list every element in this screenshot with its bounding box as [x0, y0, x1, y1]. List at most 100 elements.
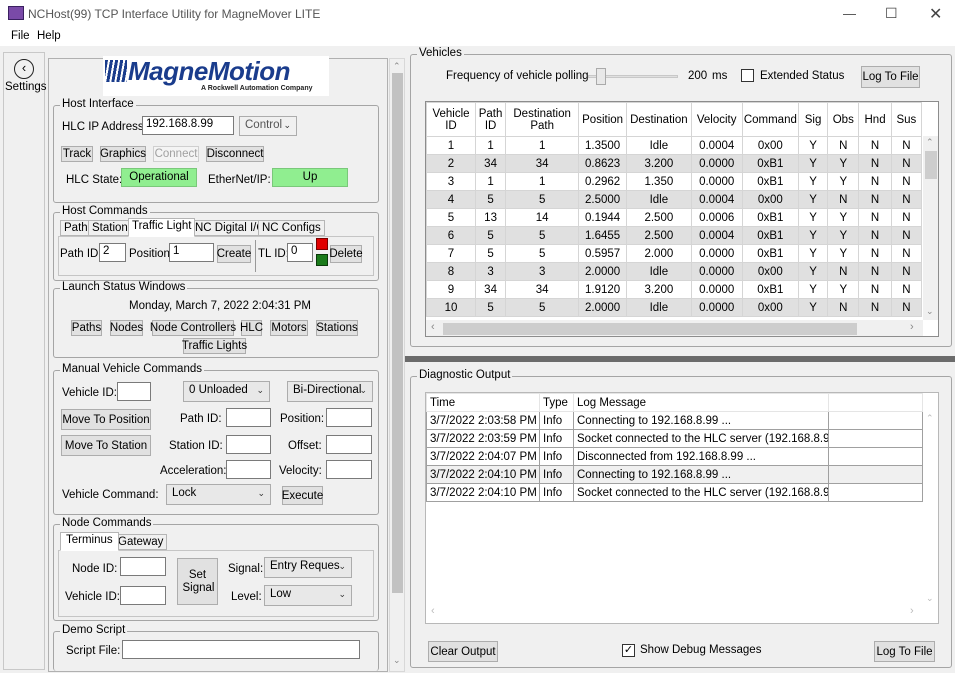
- table-row[interactable]: 1 1 1 1.3500 Idle 0.0004 0x00 Y N N N: [426, 136, 923, 155]
- col-time[interactable]: Time: [426, 393, 540, 412]
- scroll-up-icon[interactable]: ⌃: [926, 137, 934, 148]
- table-row[interactable]: 3 1 1 0.2962 1.350 0.0000 0xB1 Y Y N N: [426, 172, 923, 191]
- table-row[interactable]: 10 5 5 2.0000 Idle 0.0000 0x00 Y N N N: [426, 298, 923, 317]
- col-vehicle-id[interactable]: Vehicle ID: [426, 102, 476, 137]
- execute-button[interactable]: Execute: [282, 486, 323, 505]
- vehicle-id-input[interactable]: [117, 382, 151, 401]
- col-sus[interactable]: Sus: [890, 102, 923, 137]
- table-row[interactable]: 7 5 5 0.5957 2.000 0.0000 0xB1 Y Y N N: [426, 244, 923, 263]
- extended-status-label[interactable]: Extended Status: [760, 70, 844, 82]
- create-button[interactable]: Create: [217, 245, 251, 263]
- col-destination-path[interactable]: Destination Path: [505, 102, 580, 137]
- show-debug-checkbox[interactable]: ✓: [622, 644, 635, 657]
- table-row[interactable]: 8 3 3 2.0000 Idle 0.0000 0x00 Y N N N: [426, 262, 923, 281]
- move-to-position-button[interactable]: Move To Position: [61, 409, 151, 430]
- scroll-down-icon[interactable]: ⌄: [926, 306, 934, 317]
- tab-nc-configs[interactable]: NC Configs: [258, 220, 325, 236]
- log-row[interactable]: 3/7/2022 2:03:58 PM Info Connecting to 192…: [426, 411, 923, 430]
- col-destination[interactable]: Destination: [626, 102, 692, 137]
- log-row[interactable]: 3/7/2022 2:04:10 PM Info Connecting to 192…: [426, 465, 923, 484]
- offset-input[interactable]: [326, 435, 372, 454]
- clear-output-button[interactable]: Clear Output: [428, 641, 498, 662]
- graphics-button[interactable]: Graphics: [100, 146, 146, 162]
- col-hnd[interactable]: Hnd: [858, 102, 892, 137]
- scroll-up-icon[interactable]: ⌃: [926, 413, 934, 424]
- connect-button[interactable]: Connect: [153, 146, 199, 162]
- show-debug-label[interactable]: Show Debug Messages: [640, 644, 761, 656]
- stations-button[interactable]: Stations: [316, 320, 358, 336]
- tab-gateway[interactable]: Gateway: [114, 534, 168, 550]
- delete-button[interactable]: Delete: [329, 245, 363, 263]
- move-to-station-button[interactable]: Move To Station: [61, 435, 151, 456]
- node-vehicle-id-input[interactable]: [120, 586, 166, 605]
- disconnect-button[interactable]: Disconnect: [206, 146, 264, 162]
- level-dropdown[interactable]: Low ⌄: [264, 585, 352, 606]
- scroll-down-icon[interactable]: ⌄: [393, 655, 401, 666]
- hlc-button[interactable]: HLC: [240, 320, 263, 336]
- col-type[interactable]: Type: [539, 393, 574, 412]
- scroll-right-icon[interactable]: ›: [910, 605, 914, 617]
- panel-splitter[interactable]: [405, 356, 955, 362]
- col-position[interactable]: Position: [578, 102, 628, 137]
- settings-label[interactable]: Settings: [5, 81, 47, 93]
- node-controllers-button[interactable]: Node Controllers: [150, 320, 236, 336]
- motors-button[interactable]: Motors: [270, 320, 308, 336]
- unload-dropdown[interactable]: 0 Unloaded ⌄: [183, 381, 270, 402]
- scroll-up-icon[interactable]: ⌃: [393, 61, 401, 72]
- manual-path-id-input[interactable]: [226, 408, 271, 427]
- log-row[interactable]: 3/7/2022 2:03:59 PM Info Socket connected …: [426, 429, 923, 448]
- script-file-input[interactable]: [122, 640, 360, 659]
- scroll-left-icon[interactable]: ‹: [431, 321, 435, 333]
- vehicles-hscroll[interactable]: ‹ ›: [426, 320, 923, 336]
- menu-help[interactable]: Help: [37, 30, 61, 42]
- col-velocity[interactable]: Velocity: [690, 102, 743, 137]
- minimize-icon[interactable]: —: [843, 6, 856, 21]
- col-command[interactable]: Command: [741, 102, 799, 137]
- tab-path[interactable]: Path: [60, 220, 92, 236]
- node-id-input[interactable]: [120, 557, 166, 576]
- paths-button[interactable]: Paths: [71, 320, 102, 336]
- col-log-message[interactable]: Log Message: [573, 393, 829, 412]
- tl-id-input[interactable]: 0: [287, 243, 313, 262]
- close-icon[interactable]: ✕: [929, 4, 942, 24]
- tab-terminus[interactable]: Terminus: [60, 532, 119, 551]
- vehicles-vscroll[interactable]: ⌃ ⌄: [923, 136, 938, 320]
- col-obs[interactable]: Obs: [827, 102, 860, 137]
- col-sig[interactable]: Sig: [797, 102, 829, 137]
- log-row[interactable]: 3/7/2022 2:04:07 PM Info Disconnected from…: [426, 447, 923, 466]
- velocity-input[interactable]: [326, 460, 372, 479]
- table-row[interactable]: 2 34 34 0.8623 3.200 0.0000 0xB1 Y Y N N: [426, 154, 923, 173]
- maximize-icon[interactable]: ☐: [885, 5, 898, 22]
- position-input[interactable]: 1: [169, 243, 214, 262]
- traffic-lights-button[interactable]: Traffic Lights: [182, 338, 247, 354]
- track-button[interactable]: Track: [61, 146, 93, 162]
- signal-dropdown[interactable]: Entry Reques ⌄: [264, 557, 352, 578]
- scroll-left-icon[interactable]: ‹: [431, 605, 435, 617]
- scroll-right-icon[interactable]: ›: [910, 321, 914, 333]
- vehicle-command-dropdown[interactable]: Lock ⌄: [166, 484, 271, 505]
- set-signal-button[interactable]: Set Signal: [177, 558, 218, 605]
- hlc-ip-input[interactable]: 192.168.8.99: [142, 116, 234, 135]
- scroll-thumb[interactable]: [925, 151, 937, 179]
- station-id-input[interactable]: [226, 435, 271, 454]
- table-row[interactable]: 5 13 14 0.1944 2.500 0.0006 0xB1 Y Y N N: [426, 208, 923, 227]
- nodes-button[interactable]: Nodes: [110, 320, 143, 336]
- vehicles-log-to-file-button[interactable]: Log To File: [861, 66, 920, 88]
- slider-thumb[interactable]: [596, 68, 606, 85]
- acceleration-input[interactable]: [226, 460, 271, 479]
- table-row[interactable]: 4 5 5 2.5000 Idle 0.0004 0x00 Y N N N: [426, 190, 923, 209]
- menu-file[interactable]: File: [11, 30, 30, 42]
- manual-position-input[interactable]: [326, 408, 372, 427]
- scroll-thumb[interactable]: [392, 73, 403, 593]
- direction-dropdown[interactable]: Bi-Directional ⌄: [287, 381, 373, 402]
- extended-status-checkbox[interactable]: [741, 69, 754, 82]
- control-dropdown[interactable]: Control ⌄: [239, 116, 297, 136]
- table-row[interactable]: 9 34 34 1.9120 3.200 0.0000 0xB1 Y Y N N: [426, 280, 923, 299]
- diagnostic-log-to-file-button[interactable]: Log To File: [874, 641, 935, 662]
- table-row[interactable]: 6 5 5 1.6455 2.500 0.0004 0xB1 Y Y N N: [426, 226, 923, 245]
- path-id-input[interactable]: 2: [99, 243, 126, 262]
- left-scrollbar[interactable]: ⌃ ⌄: [389, 58, 405, 672]
- hscroll-thumb[interactable]: [443, 323, 857, 335]
- scroll-down-icon[interactable]: ⌄: [926, 593, 934, 604]
- col-path-id[interactable]: Path ID: [474, 102, 507, 137]
